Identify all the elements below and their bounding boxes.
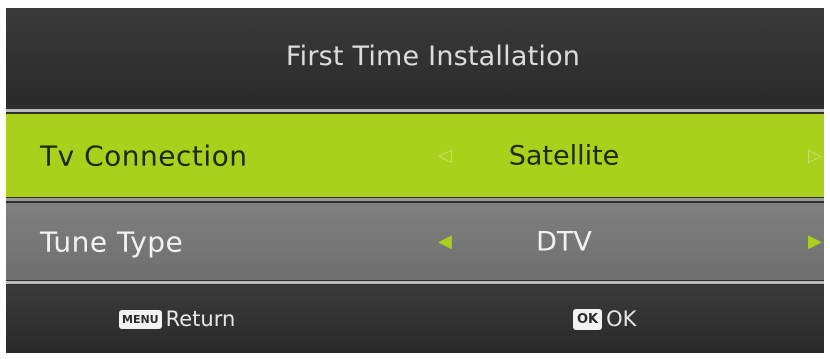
ok-label: OK bbox=[606, 307, 637, 331]
arrow-right-icon[interactable]: ▶ bbox=[808, 232, 822, 251]
row-divider bbox=[6, 198, 824, 201]
setting-label: Tune Type bbox=[40, 225, 184, 258]
setting-label: Tv Connection bbox=[40, 139, 248, 172]
return-hint[interactable]: MENU Return bbox=[119, 307, 235, 331]
dialog-title: First Time Installation bbox=[285, 40, 581, 72]
dialog-footer: MENU Return OK OK bbox=[6, 285, 824, 353]
setting-value: Satellite bbox=[508, 140, 620, 171]
setting-row-tune-type[interactable]: Tune Type ◀ DTV ▶ bbox=[6, 203, 824, 280]
setting-value: DTV bbox=[536, 226, 592, 257]
return-label: Return bbox=[165, 307, 236, 331]
dialog-header: First Time Installation bbox=[6, 8, 824, 104]
arrow-left-icon[interactable]: ◀ bbox=[438, 232, 452, 251]
setting-row-tv-connection[interactable]: Tv Connection ◁ Satellite ▷ bbox=[6, 114, 824, 197]
header-divider bbox=[6, 109, 824, 112]
tv-screen: First Time Installation Tv Connection ◁ … bbox=[0, 0, 830, 359]
ok-hint[interactable]: OK OK bbox=[573, 307, 636, 331]
footer-divider bbox=[6, 281, 824, 284]
arrow-left-icon[interactable]: ◁ bbox=[438, 146, 452, 165]
installation-dialog: First Time Installation Tv Connection ◁ … bbox=[6, 8, 824, 353]
ok-key-icon: OK bbox=[573, 308, 603, 330]
menu-key-icon: MENU bbox=[119, 309, 162, 329]
arrow-right-icon[interactable]: ▷ bbox=[808, 146, 822, 165]
